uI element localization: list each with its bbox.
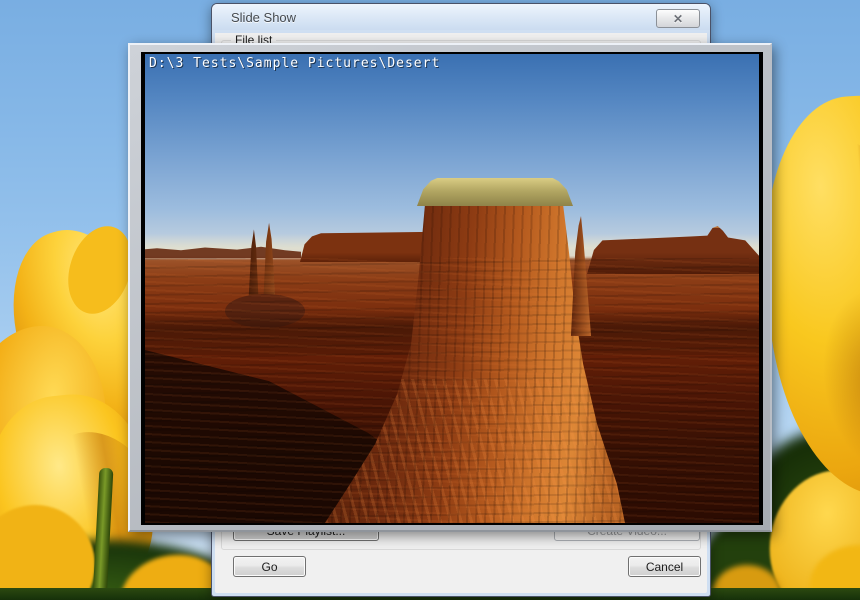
- cancel-button[interactable]: Cancel: [628, 556, 701, 577]
- desert-texture: [145, 258, 759, 523]
- central-butte-cap: [417, 178, 573, 206]
- image-letterbox: D:\3 Tests\Sample Pictures\Desert: [141, 52, 763, 525]
- dialog-titlebar[interactable]: Slide Show ✕: [212, 4, 710, 30]
- dialog-title: Slide Show: [231, 9, 297, 25]
- desert-photo: D:\3 Tests\Sample Pictures\Desert: [145, 54, 759, 523]
- image-path-overlay: D:\3 Tests\Sample Pictures\Desert: [149, 56, 441, 71]
- close-button[interactable]: ✕: [656, 9, 700, 28]
- close-icon: ✕: [672, 11, 684, 26]
- go-button[interactable]: Go: [233, 556, 306, 577]
- slideshow-preview-window[interactable]: D:\3 Tests\Sample Pictures\Desert: [128, 43, 772, 532]
